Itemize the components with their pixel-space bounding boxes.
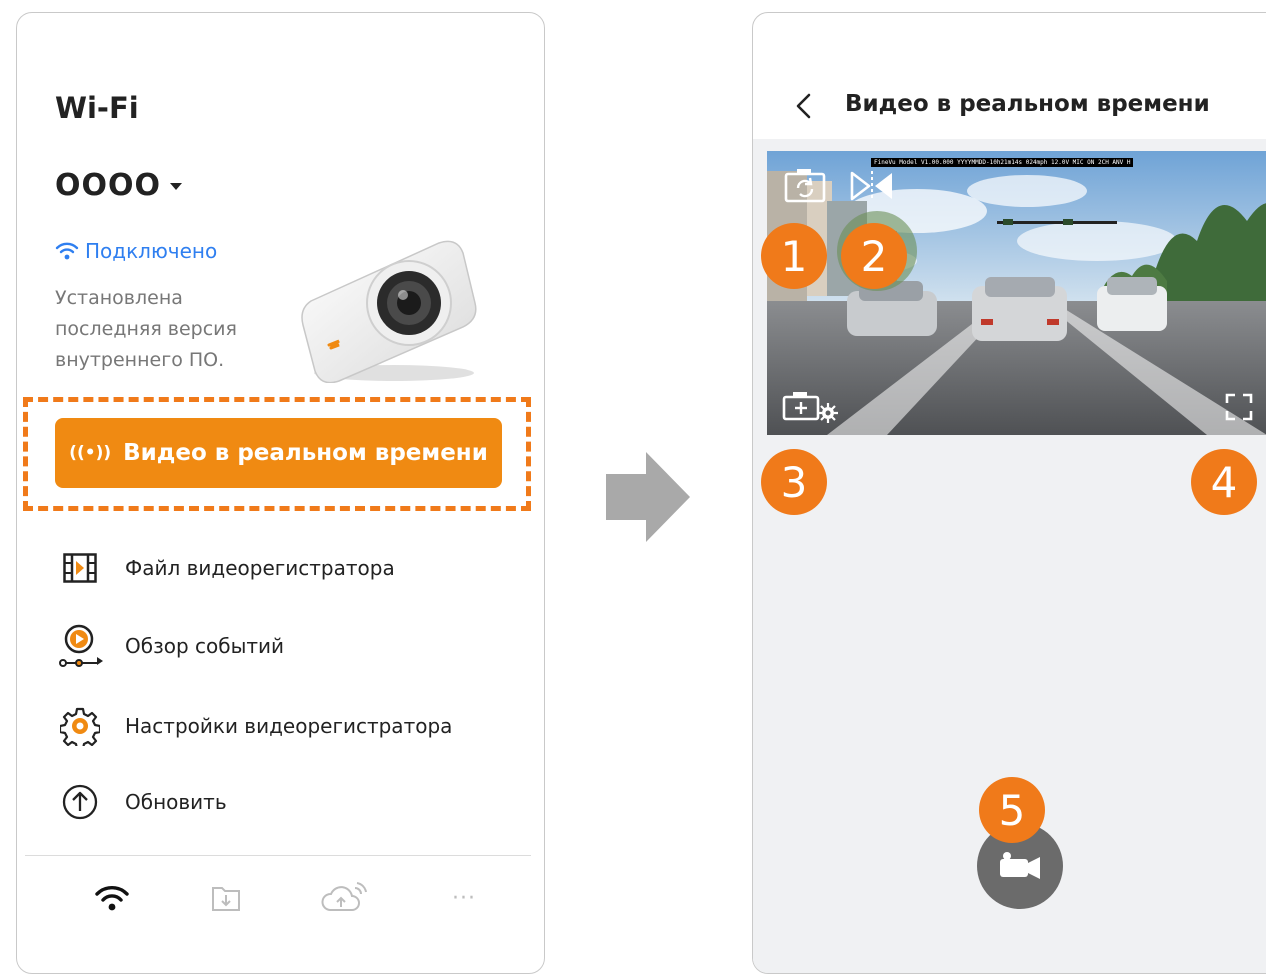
tab-cloud[interactable] bbox=[319, 876, 369, 920]
upload-arrow-icon bbox=[57, 779, 103, 825]
menu-item-label: Обновить bbox=[125, 790, 227, 814]
wifi-title: Wi-Fi bbox=[55, 91, 139, 125]
menu-item-dashcam-file[interactable]: Файл видеорегистратора bbox=[57, 545, 395, 591]
callout-5: 5 bbox=[979, 777, 1045, 843]
live-video-screen: Видео в реальном времени FineVu Model V1… bbox=[752, 12, 1266, 974]
menu-item-update[interactable]: Обновить bbox=[57, 779, 227, 825]
menu-item-label: Файл видеорегистратора bbox=[125, 556, 395, 580]
wifi-status-icon bbox=[55, 242, 79, 260]
chevron-down-icon[interactable] bbox=[170, 183, 182, 190]
settings-gear-icon bbox=[57, 703, 103, 749]
menu-item-event-review[interactable]: Обзор событий bbox=[57, 623, 284, 669]
event-review-icon bbox=[57, 623, 103, 669]
menu-item-dashcam-settings[interactable]: Настройки видеорегистратора bbox=[57, 703, 452, 749]
transition-arrow-icon bbox=[606, 452, 690, 542]
live-video-label: Видео в реальном времени bbox=[123, 440, 488, 466]
tab-downloads[interactable] bbox=[201, 876, 251, 920]
callout-2: 2 bbox=[841, 223, 907, 289]
bottom-tab-bar: ··· bbox=[25, 855, 531, 956]
status-label: Подключено bbox=[85, 239, 218, 263]
more-icon: ··· bbox=[452, 885, 476, 911]
cloud-upload-icon bbox=[321, 882, 367, 911]
connection-status: Подключено bbox=[55, 239, 217, 263]
broadcast-icon: ((•)) bbox=[69, 443, 112, 463]
menu-item-label: Обзор событий bbox=[125, 634, 285, 658]
back-icon[interactable] bbox=[789, 91, 819, 121]
ssid-selector[interactable]: OOOO bbox=[55, 168, 161, 203]
download-folder-icon bbox=[212, 887, 240, 911]
tab-more[interactable]: ··· bbox=[439, 876, 489, 920]
video-camera-icon bbox=[1000, 852, 1040, 879]
tab-wifi[interactable] bbox=[87, 876, 137, 920]
camera-settings-icon[interactable] bbox=[781, 391, 845, 423]
fullscreen-icon[interactable] bbox=[1225, 393, 1253, 421]
wifi-icon bbox=[95, 886, 129, 911]
callout-3: 3 bbox=[761, 449, 827, 515]
video-osd-text: FineVu Model V1.00.000 YYYYMMDD-10h21m14… bbox=[871, 158, 1134, 167]
callout-1: 1 bbox=[761, 223, 827, 289]
menu-item-label: Настройки видеорегистратора bbox=[125, 714, 453, 738]
mirror-flip-icon[interactable] bbox=[849, 169, 895, 203]
screen-title: Видео в реальном времени bbox=[845, 91, 1210, 117]
camera-switch-icon[interactable] bbox=[783, 168, 829, 204]
film-icon bbox=[57, 545, 103, 591]
firmware-note: Установлена последняя версия внутреннего… bbox=[55, 287, 237, 371]
callout-4: 4 bbox=[1191, 449, 1257, 515]
live-video-button[interactable]: ((•)) Видео в реальном времени bbox=[55, 418, 502, 488]
dashcam-illustration bbox=[301, 240, 477, 383]
home-screen: Wi-Fi OOOO Подключено Установлена послед… bbox=[16, 12, 545, 974]
